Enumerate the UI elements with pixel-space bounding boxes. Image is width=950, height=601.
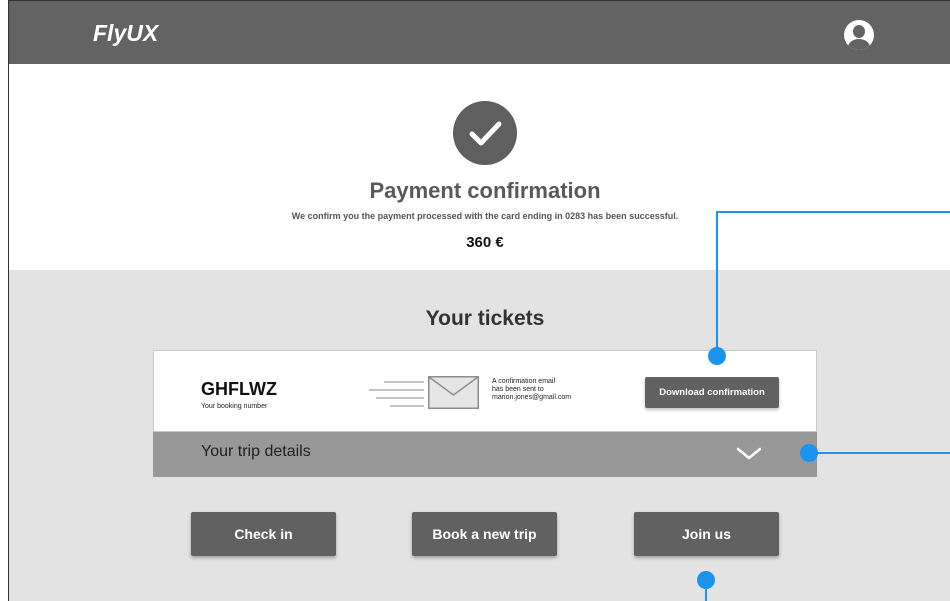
email-address: marion.jones@gmail.com (492, 394, 572, 401)
motion-lines-decoration (369, 379, 424, 409)
check-in-button[interactable]: Check in (191, 512, 336, 556)
trip-details-label: Your trip details (201, 443, 311, 460)
top-navigation-bar: FlyUX (9, 1, 950, 64)
tickets-section: Your tickets GHFLWZ Your booking number … (9, 270, 950, 601)
envelope-icon (428, 376, 479, 409)
booking-number-label: Your booking number (201, 403, 268, 410)
join-us-button[interactable]: Join us (634, 512, 779, 556)
booking-code: GHFLWZ (201, 379, 277, 399)
trip-details-toggle[interactable]: Your trip details (153, 432, 817, 477)
book-new-trip-button[interactable]: Book a new trip (412, 512, 557, 556)
checkmark-icon (453, 101, 517, 165)
email-note-line1: A confirmation email (492, 378, 556, 385)
avatar-shoulders (848, 39, 870, 50)
app-frame: FlyUX Payment confirmation We confirm yo… (8, 0, 950, 601)
payment-amount: 360 € (466, 234, 504, 251)
payment-confirmation-section: Payment confirmation We confirm you the … (9, 64, 950, 270)
page-title: Payment confirmation (369, 178, 601, 203)
download-confirmation-button[interactable]: Download confirmation (645, 377, 779, 408)
email-note-line2: has been sent to (492, 386, 544, 393)
user-avatar-icon[interactable] (844, 20, 874, 50)
ticket-card: GHFLWZ Your booking number A confirmatio… (153, 350, 817, 432)
tickets-heading: Your tickets (425, 307, 545, 330)
app-logo[interactable]: FlyUX (93, 20, 158, 47)
confirmation-message: We confirm you the payment processed wit… (291, 211, 679, 221)
email-sent-note: A confirmation email has been sent to ma… (492, 378, 602, 402)
avatar-head (853, 25, 865, 38)
chevron-down-icon[interactable] (736, 447, 762, 461)
